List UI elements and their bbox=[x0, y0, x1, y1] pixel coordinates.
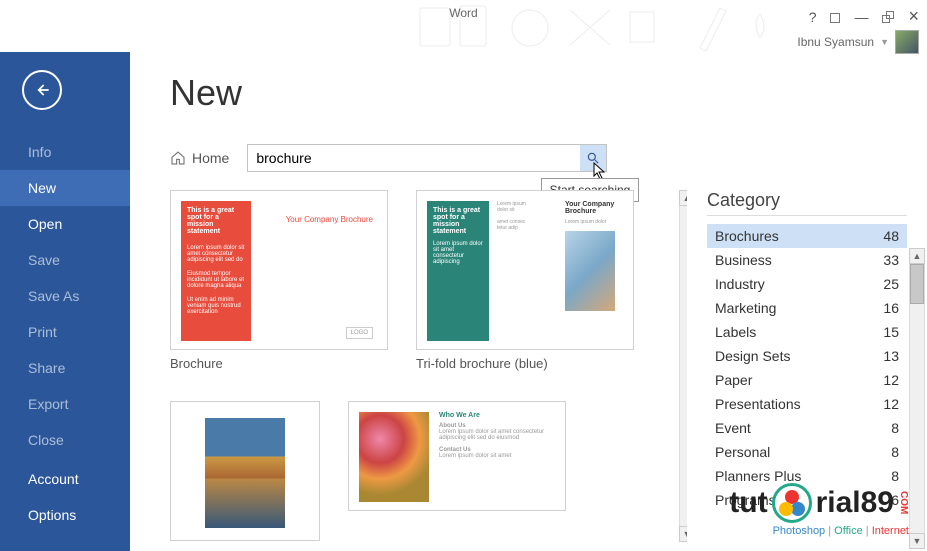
home-icon bbox=[170, 150, 186, 166]
main-area: New Home Start searching This bbox=[130, 52, 927, 551]
category-item[interactable]: Programs6 bbox=[707, 488, 907, 512]
templates-grid: This is a great spot for a mission state… bbox=[170, 190, 687, 542]
category-item[interactable]: Design Sets13 bbox=[707, 344, 907, 368]
sidebar-item-account[interactable]: Account bbox=[0, 461, 130, 497]
category-list: Brochures48 Business33 Industry25 Market… bbox=[707, 224, 907, 512]
category-scrollbar[interactable]: ▲ ▼ bbox=[909, 248, 925, 549]
scroll-up-icon[interactable]: ▲ bbox=[679, 190, 687, 206]
category-item[interactable]: Event8 bbox=[707, 416, 907, 440]
user-name: Ibnu Syamsun bbox=[797, 35, 874, 49]
restore-icon[interactable] bbox=[882, 11, 894, 23]
sidebar-item-new[interactable]: New bbox=[0, 170, 130, 206]
search-icon bbox=[586, 151, 600, 165]
app-title: Word bbox=[449, 6, 477, 20]
help-icon[interactable]: ? bbox=[809, 9, 817, 25]
scroll-thumb[interactable] bbox=[910, 264, 924, 304]
template-card[interactable]: This is a great spot for a mission state… bbox=[170, 190, 388, 371]
category-item[interactable]: Marketing16 bbox=[707, 296, 907, 320]
sidebar-item-print[interactable]: Print bbox=[0, 314, 130, 350]
sidebar-item-info[interactable]: Info bbox=[0, 134, 130, 170]
user-dropdown-icon[interactable]: ▼ bbox=[880, 37, 889, 47]
sidebar-item-options[interactable]: Options bbox=[0, 497, 130, 533]
breadcrumb-home[interactable]: Home bbox=[170, 150, 229, 166]
category-item[interactable]: Planners Plus8 bbox=[707, 464, 907, 488]
search-button[interactable] bbox=[580, 145, 606, 171]
category-item[interactable]: Industry25 bbox=[707, 272, 907, 296]
category-item[interactable]: Personal8 bbox=[707, 440, 907, 464]
template-name: Tri-fold brochure (blue) bbox=[416, 356, 634, 371]
template-name: Brochure bbox=[170, 356, 388, 371]
sidebar-item-save[interactable]: Save bbox=[0, 242, 130, 278]
scroll-down-icon[interactable]: ▼ bbox=[909, 533, 925, 549]
sidebar-item-share[interactable]: Share bbox=[0, 350, 130, 386]
scroll-down-icon[interactable]: ▼ bbox=[679, 526, 687, 542]
template-card[interactable] bbox=[170, 401, 320, 541]
close-icon[interactable]: × bbox=[908, 6, 919, 27]
category-item[interactable]: Brochures48 bbox=[707, 224, 907, 248]
user-area[interactable]: Ibnu Syamsun ▼ bbox=[797, 30, 919, 54]
scroll-up-icon[interactable]: ▲ bbox=[909, 248, 925, 264]
sidebar-item-save-as[interactable]: Save As bbox=[0, 278, 130, 314]
minimize-icon[interactable]: — bbox=[854, 9, 868, 25]
templates-scrollbar[interactable]: ▲ ▼ bbox=[679, 190, 687, 542]
fullscreen-icon[interactable] bbox=[830, 13, 840, 23]
titlebar: Word ? — × Ibnu Syamsun ▼ bbox=[0, 0, 927, 52]
sidebar-item-close[interactable]: Close bbox=[0, 422, 130, 458]
sidebar-item-open[interactable]: Open bbox=[0, 206, 130, 242]
category-item[interactable]: Labels15 bbox=[707, 320, 907, 344]
category-item[interactable]: Paper12 bbox=[707, 368, 907, 392]
avatar[interactable] bbox=[895, 30, 919, 54]
template-card[interactable]: Who We Are About UsLorem ipsum dolor sit… bbox=[348, 401, 566, 541]
category-panel: Category Brochures48 Business33 Industry… bbox=[707, 190, 927, 542]
category-header: Category bbox=[707, 190, 907, 216]
back-button[interactable] bbox=[22, 70, 62, 110]
page-title: New bbox=[170, 72, 927, 114]
category-item[interactable]: Business33 bbox=[707, 248, 907, 272]
search-input[interactable] bbox=[247, 144, 607, 172]
sidebar: Info New Open Save Save As Print Share E… bbox=[0, 52, 130, 551]
template-card[interactable]: This is a great spot for a mission state… bbox=[416, 190, 634, 371]
breadcrumb-label: Home bbox=[192, 150, 229, 166]
sidebar-item-export[interactable]: Export bbox=[0, 386, 130, 422]
category-item[interactable]: Presentations12 bbox=[707, 392, 907, 416]
